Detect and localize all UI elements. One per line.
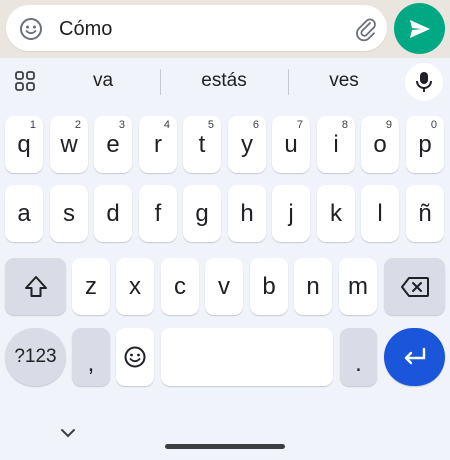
key-g[interactable]: g	[183, 185, 221, 242]
home-indicator[interactable]	[165, 444, 285, 449]
key-d[interactable]: d	[94, 185, 132, 242]
key-r[interactable]: r4	[139, 116, 177, 173]
key-hint: 6	[252, 119, 259, 131]
key-label: o	[373, 130, 387, 158]
key-label: b	[262, 272, 276, 300]
key-v[interactable]: v	[205, 258, 243, 315]
key-label: ?123	[14, 346, 57, 367]
key-hint: 3	[118, 119, 125, 131]
key-label: c	[174, 272, 186, 300]
suggestion-3[interactable]: ves	[294, 70, 394, 92]
key-label: a	[17, 199, 31, 227]
key-w[interactable]: w2	[50, 116, 88, 173]
mic-button[interactable]	[405, 63, 443, 101]
shift-icon	[24, 275, 47, 297]
key-l[interactable]: l	[361, 185, 399, 242]
key-label: h	[240, 199, 254, 227]
key-label: y	[241, 130, 253, 158]
chevron-down-icon[interactable]	[60, 426, 76, 444]
spacebar[interactable]	[161, 328, 333, 386]
key-label: ñ	[418, 199, 432, 227]
key-q[interactable]: q1	[5, 116, 43, 173]
key-hint: 9	[385, 119, 392, 131]
key-u[interactable]: u7	[272, 116, 310, 173]
symbols-key[interactable]: ?123	[5, 328, 66, 386]
key-s[interactable]: s	[50, 185, 88, 242]
emoji-icon	[124, 346, 146, 368]
key-p[interactable]: p0	[406, 116, 444, 173]
key-label: p	[418, 130, 432, 158]
key-hint: 8	[341, 119, 348, 131]
key-label: m	[348, 272, 368, 300]
key-label: l	[377, 199, 383, 227]
key-label: r	[154, 130, 162, 158]
message-text: Cómo	[59, 18, 113, 40]
backspace-key[interactable]	[384, 258, 445, 315]
suggestion-strip: va estás ves	[0, 58, 450, 104]
enter-icon	[404, 347, 425, 365]
suggestion-1[interactable]: va	[53, 70, 153, 92]
emoji-icon[interactable]	[18, 16, 44, 42]
period-key[interactable]: .	[340, 328, 377, 386]
grid-icon[interactable]	[12, 68, 38, 94]
send-icon	[410, 20, 430, 38]
key-c[interactable]: c	[161, 258, 199, 315]
key-z[interactable]: z	[72, 258, 110, 315]
key-b[interactable]: b	[250, 258, 288, 315]
key-hint: 7	[296, 119, 303, 131]
key-j[interactable]: j	[272, 185, 310, 242]
key-n[interactable]: n	[294, 258, 332, 315]
key-label: g	[195, 199, 209, 227]
key-f[interactable]: f	[139, 185, 177, 242]
message-input[interactable]: Cómo	[6, 5, 387, 51]
key-hint: 2	[74, 119, 81, 131]
key-hint: 4	[163, 119, 170, 131]
key-label: u	[284, 130, 298, 158]
key-h[interactable]: h	[228, 185, 266, 242]
key-hint: 5	[207, 119, 214, 131]
paperclip-icon[interactable]	[353, 16, 379, 42]
key-label: .	[355, 349, 362, 377]
key-label: z	[85, 272, 97, 300]
key-o[interactable]: o9	[361, 116, 399, 173]
key-label: k	[330, 199, 342, 227]
key-label: d	[106, 199, 120, 227]
send-button[interactable]	[394, 3, 445, 54]
comma-key[interactable]: ,	[72, 328, 110, 386]
key-t[interactable]: t5	[183, 116, 221, 173]
key-i[interactable]: i8	[317, 116, 355, 173]
backspace-icon	[400, 276, 429, 297]
suggestion-divider	[160, 69, 161, 95]
compose-bar: Cómo	[0, 0, 450, 58]
emoji-key[interactable]	[116, 328, 154, 386]
key-label: e	[106, 130, 120, 158]
key-label: x	[129, 272, 141, 300]
key-label: i	[333, 130, 339, 158]
key-e[interactable]: e3	[94, 116, 132, 173]
key-x[interactable]: x	[116, 258, 154, 315]
suggestion-2[interactable]: estás	[174, 70, 274, 92]
key-label: s	[63, 199, 75, 227]
key-label: ,	[87, 349, 95, 377]
shift-key[interactable]	[5, 258, 66, 315]
key-n-tilde[interactable]: ñ	[406, 185, 444, 242]
key-label: j	[288, 199, 294, 227]
key-y[interactable]: y6	[228, 116, 266, 173]
key-label: v	[218, 272, 230, 300]
key-label: w	[60, 130, 78, 158]
key-hint: 0	[430, 119, 437, 131]
microphone-icon	[416, 72, 432, 92]
key-hint: 1	[29, 119, 36, 131]
key-label: q	[17, 130, 31, 158]
key-label: n	[306, 272, 320, 300]
key-label: f	[154, 199, 162, 227]
suggestion-divider	[288, 69, 289, 95]
enter-key[interactable]	[384, 328, 445, 386]
key-label: t	[198, 130, 206, 158]
key-k[interactable]: k	[317, 185, 355, 242]
key-a[interactable]: a	[5, 185, 43, 242]
key-m[interactable]: m	[339, 258, 377, 315]
